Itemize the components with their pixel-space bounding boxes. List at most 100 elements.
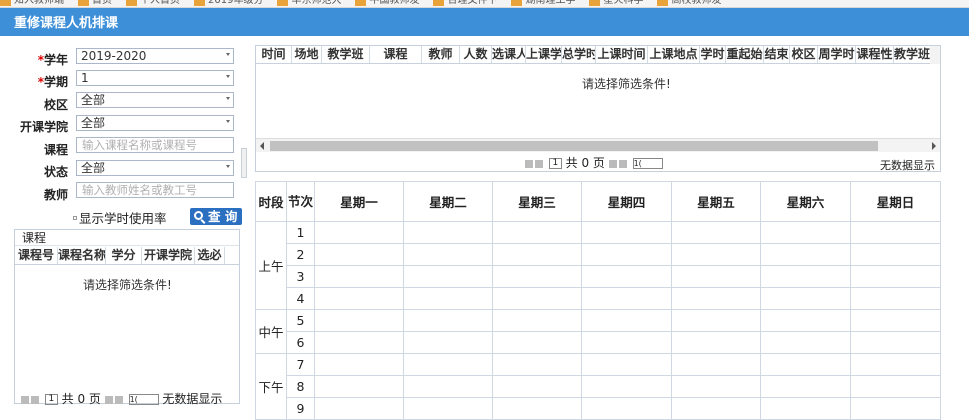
vertical-scrollbar[interactable]: [930, 46, 940, 64]
timetable-cell[interactable]: [403, 331, 493, 354]
timetable-cell[interactable]: [403, 265, 493, 288]
timetable-cell[interactable]: [760, 287, 851, 310]
timetable-cell[interactable]: [671, 243, 761, 266]
timetable-cell[interactable]: [671, 331, 761, 354]
timetable-cell[interactable]: [850, 375, 941, 398]
column-header[interactable]: 上课地点: [648, 46, 700, 63]
timetable-cell[interactable]: [850, 309, 941, 332]
timetable-cell[interactable]: [850, 353, 941, 376]
timetable-cell[interactable]: [403, 353, 493, 376]
timetable-cell[interactable]: [760, 375, 851, 398]
scroll-thumb[interactable]: [270, 141, 878, 151]
timetable-cell[interactable]: [671, 375, 761, 398]
timetable-cell[interactable]: [403, 397, 493, 420]
timetable-cell[interactable]: [492, 309, 582, 332]
last-page-icon[interactable]: [114, 395, 123, 404]
timetable-cell[interactable]: [581, 243, 672, 266]
bookmark-item[interactable]: 知入教师端: [0, 0, 64, 7]
timetable-cell[interactable]: [760, 353, 851, 376]
timetable-cell[interactable]: [581, 265, 672, 288]
timetable-cell[interactable]: [581, 287, 672, 310]
timetable-cell[interactable]: [492, 353, 582, 376]
year-select[interactable]: 2019-2020: [76, 48, 234, 64]
column-header[interactable]: 选课人: [492, 46, 526, 63]
timetable-cell[interactable]: [403, 287, 493, 310]
column-header[interactable]: 学分: [106, 247, 142, 264]
college-select[interactable]: 全部: [76, 115, 234, 131]
last-page-icon[interactable]: [618, 159, 627, 168]
column-header[interactable]: 上课学: [526, 46, 562, 63]
course-input[interactable]: 输入课程名称或课程号: [76, 137, 234, 153]
panel-splitter[interactable]: [241, 148, 247, 178]
bookmark-item[interactable]: 个人首页: [126, 0, 180, 7]
timetable-cell[interactable]: [671, 397, 761, 420]
column-header[interactable]: 人数: [460, 46, 492, 63]
timetable-cell[interactable]: [403, 221, 493, 244]
bookmark-item[interactable]: 湖南理工学: [511, 0, 575, 7]
column-header[interactable]: 教学班组: [894, 46, 934, 63]
status-select[interactable]: 全部: [76, 160, 234, 176]
bookmark-item[interactable]: 华东师范大: [277, 0, 341, 7]
column-header[interactable]: 重起始: [726, 46, 764, 63]
term-select[interactable]: 1: [76, 70, 234, 86]
timetable-cell[interactable]: [581, 331, 672, 354]
timetable-cell[interactable]: [314, 243, 404, 266]
bookmark-item[interactable]: 高校教师发: [657, 0, 721, 7]
column-header[interactable]: 开课学院: [142, 247, 195, 264]
column-header[interactable]: 课程名称: [58, 247, 106, 264]
column-header[interactable]: 教学班: [322, 46, 370, 63]
timetable-cell[interactable]: [671, 221, 761, 244]
bookmark-item[interactable]: 合理文件下: [433, 0, 497, 7]
timetable-cell[interactable]: [581, 221, 672, 244]
query-button[interactable]: 查 询: [190, 208, 242, 225]
timetable-cell[interactable]: [581, 375, 672, 398]
page-input[interactable]: 1: [44, 394, 58, 405]
prev-page-icon[interactable]: [31, 395, 39, 404]
horizontal-scrollbar[interactable]: [256, 138, 940, 152]
bookmark-item[interactable]: 星火科学: [589, 0, 643, 7]
timetable-cell[interactable]: [671, 265, 761, 288]
timetable-cell[interactable]: [850, 397, 941, 420]
timetable-cell[interactable]: [314, 375, 404, 398]
timetable-cell[interactable]: [671, 353, 761, 376]
next-page-icon[interactable]: [608, 159, 617, 168]
timetable-cell[interactable]: [760, 221, 851, 244]
timetable-cell[interactable]: [314, 397, 404, 420]
campus-select[interactable]: 全部: [76, 92, 234, 108]
timetable-cell[interactable]: [850, 265, 941, 288]
column-header[interactable]: 学时: [700, 46, 726, 63]
bookmark-item[interactable]: 中国教师发: [355, 0, 419, 7]
column-header[interactable]: 周学时: [818, 46, 856, 63]
first-page-icon[interactable]: [21, 395, 29, 404]
timetable-cell[interactable]: [850, 221, 941, 244]
timetable-cell[interactable]: [850, 331, 941, 354]
timetable-cell[interactable]: [492, 375, 582, 398]
timetable-cell[interactable]: [760, 309, 851, 332]
timetable-cell[interactable]: [492, 265, 582, 288]
bookmark-item[interactable]: 2019年级分: [194, 0, 263, 7]
teacher-input[interactable]: 输入教师姓名或教工号: [76, 182, 234, 198]
timetable-cell[interactable]: [581, 397, 672, 420]
prev-page-icon[interactable]: [535, 159, 543, 168]
column-header[interactable]: 总学时: [562, 46, 596, 63]
column-header[interactable]: 课程性: [856, 46, 894, 63]
timetable-cell[interactable]: [850, 243, 941, 266]
timetable-cell[interactable]: [403, 243, 493, 266]
timetable-cell[interactable]: [492, 331, 582, 354]
column-header[interactable]: 上课时间: [596, 46, 648, 63]
timetable-cell[interactable]: [314, 353, 404, 376]
column-header[interactable]: 选必: [195, 247, 225, 264]
timetable-cell[interactable]: [314, 331, 404, 354]
timetable-cell[interactable]: [492, 221, 582, 244]
next-page-icon[interactable]: [104, 395, 113, 404]
timetable-cell[interactable]: [492, 287, 582, 310]
scroll-right-icon[interactable]: [932, 142, 936, 150]
timetable-cell[interactable]: [671, 287, 761, 310]
timetable-cell[interactable]: [760, 243, 851, 266]
timetable-cell[interactable]: [760, 397, 851, 420]
timetable-cell[interactable]: [671, 309, 761, 332]
timetable-cell[interactable]: [314, 221, 404, 244]
column-header[interactable]: 场地: [292, 46, 322, 63]
column-header[interactable]: 时间: [256, 46, 292, 63]
timetable-cell[interactable]: [314, 309, 404, 332]
